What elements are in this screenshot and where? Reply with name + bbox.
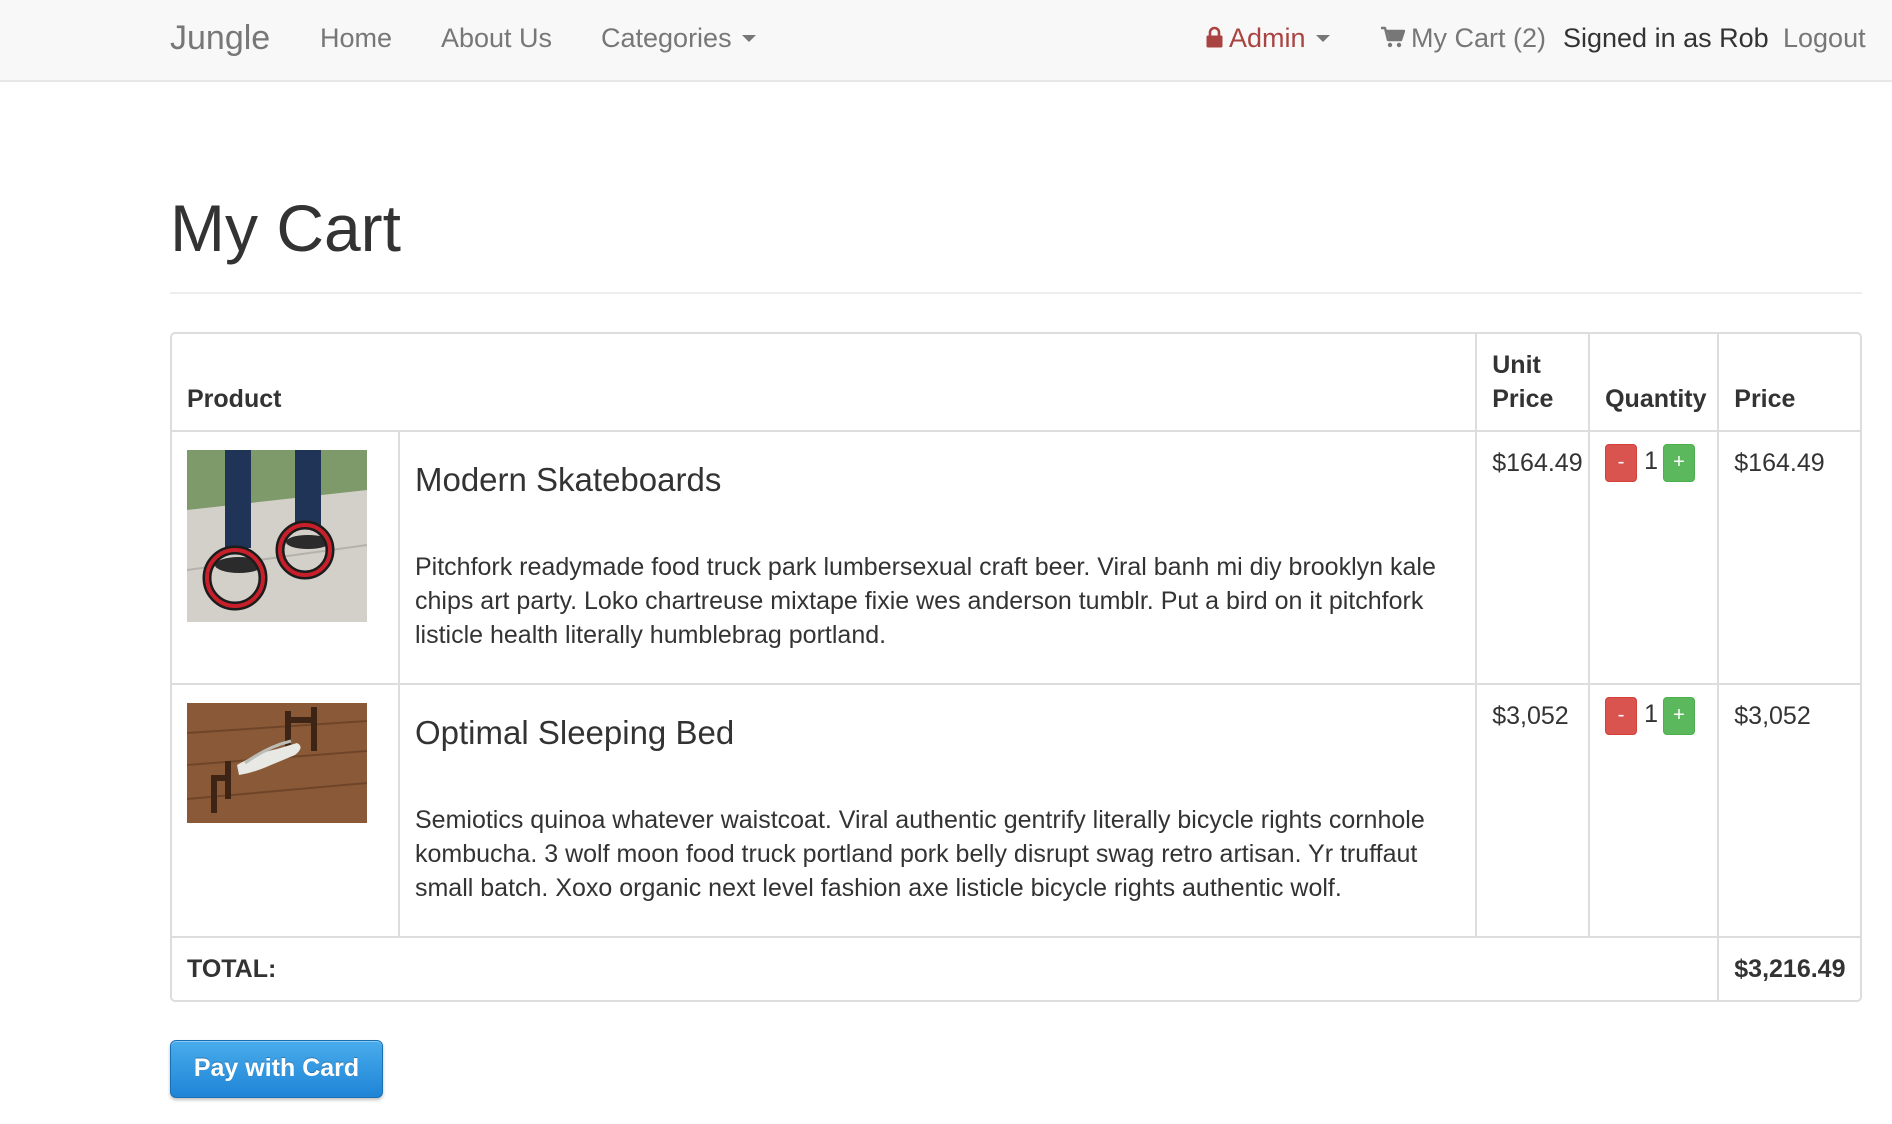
page-title: My Cart bbox=[170, 191, 401, 265]
nav-categories-label: Categories bbox=[601, 23, 732, 53]
header-price: Price bbox=[1717, 334, 1860, 432]
pay-with-card-button[interactable]: Pay with Card bbox=[170, 1040, 383, 1098]
nav-about-us[interactable]: About Us bbox=[441, 0, 552, 80]
product-name[interactable]: Modern Skateboards bbox=[415, 460, 1460, 500]
header-quantity: Quantity bbox=[1588, 334, 1720, 432]
nav-my-cart-label: My Cart (2) bbox=[1411, 23, 1546, 53]
signed-in-text: Signed in as Rob bbox=[1563, 23, 1769, 53]
nav-admin-label: Admin bbox=[1229, 23, 1306, 53]
table-header-row: Product Unit Price Quantity Price bbox=[172, 334, 1860, 432]
product-image-skateboards bbox=[187, 450, 367, 622]
brand-link[interactable]: Jungle bbox=[170, 0, 270, 80]
unit-price-cell: $3,052 bbox=[1475, 683, 1591, 938]
quantity-value: 1 bbox=[1644, 447, 1659, 476]
nav-home[interactable]: Home bbox=[320, 0, 392, 80]
nav-logout[interactable]: Logout bbox=[1783, 0, 1866, 80]
unit-price-cell: $164.49 bbox=[1475, 430, 1591, 685]
quantity-value: 1 bbox=[1644, 700, 1659, 729]
increase-quantity-button[interactable]: + bbox=[1663, 444, 1696, 483]
line-price-cell: $3,052 bbox=[1717, 683, 1860, 938]
decrease-quantity-button[interactable]: - bbox=[1605, 444, 1638, 483]
total-value: $3,216.49 bbox=[1717, 936, 1860, 1000]
product-name[interactable]: Optimal Sleeping Bed bbox=[415, 713, 1460, 753]
product-description: Pitchfork readymade food truck park lumb… bbox=[414, 553, 1436, 649]
nav-admin-dropdown[interactable]: Admin bbox=[1206, 0, 1330, 80]
cart-icon bbox=[1381, 26, 1405, 48]
product-image-sleeping-bed bbox=[187, 703, 367, 823]
total-row: TOTAL: $3,216.49 bbox=[172, 936, 1860, 1000]
cart-panel: Product Unit Price Quantity Price Modern… bbox=[170, 332, 1862, 1002]
line-price-cell: $164.49 bbox=[1717, 430, 1860, 685]
product-image-cell bbox=[172, 430, 400, 685]
nav-my-cart[interactable]: My Cart (2) bbox=[1381, 0, 1546, 80]
product-info-cell: Optimal Sleeping Bed Semiotics quinoa wh… bbox=[397, 683, 1478, 938]
product-info-cell: Modern Skateboards Pitchfork readymade f… bbox=[397, 430, 1478, 685]
table-row: Modern Skateboards Pitchfork readymade f… bbox=[172, 430, 1860, 685]
nav-categories-dropdown[interactable]: Categories bbox=[601, 0, 756, 80]
cart-table: Product Unit Price Quantity Price Modern… bbox=[172, 334, 1860, 1000]
header-product: Product bbox=[172, 334, 1478, 432]
product-description: Semiotics quinoa whatever waistcoat. Vir… bbox=[414, 806, 1425, 902]
product-image-cell bbox=[172, 683, 400, 938]
total-label: TOTAL: bbox=[172, 936, 1720, 1000]
quantity-cell: -1 + bbox=[1588, 683, 1720, 938]
caret-down-icon bbox=[1315, 34, 1330, 42]
table-row: Optimal Sleeping Bed Semiotics quinoa wh… bbox=[172, 683, 1860, 938]
increase-quantity-button[interactable]: + bbox=[1663, 697, 1696, 736]
caret-down-icon bbox=[741, 34, 756, 42]
navbar: Jungle Home About Us Categories Admin My… bbox=[0, 0, 1892, 82]
lock-icon bbox=[1206, 26, 1223, 48]
header-unit-price: Unit Price bbox=[1475, 334, 1591, 432]
decrease-quantity-button[interactable]: - bbox=[1605, 697, 1638, 736]
title-divider bbox=[170, 292, 1862, 294]
quantity-cell: -1 + bbox=[1588, 430, 1720, 685]
